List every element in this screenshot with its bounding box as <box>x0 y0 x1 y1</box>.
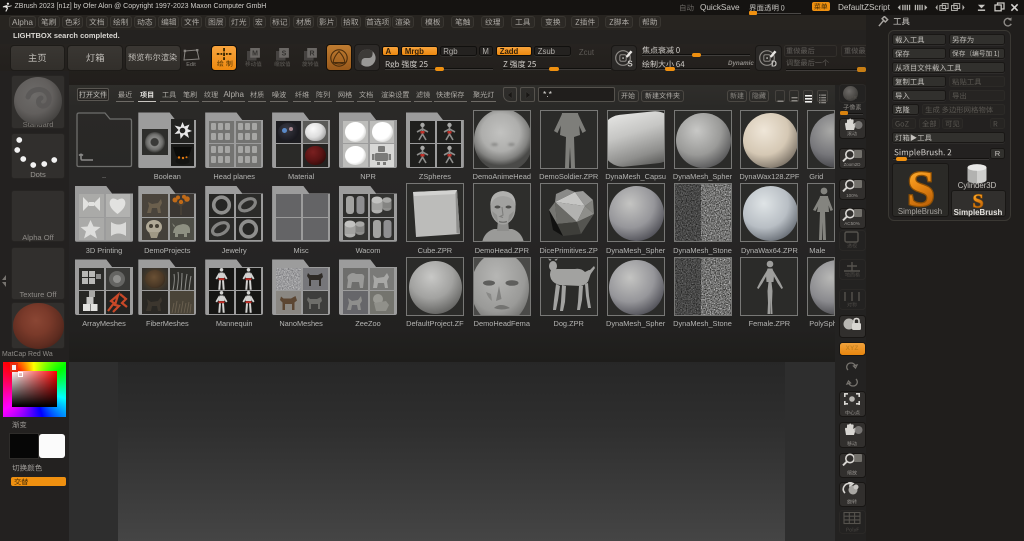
svg-text:S: S <box>627 59 633 68</box>
svg-text:D: D <box>771 59 777 68</box>
svg-text:Edit: Edit <box>186 62 196 68</box>
svg-text:R: R <box>309 50 314 57</box>
svg-text:S: S <box>281 50 286 57</box>
svg-text:M: M <box>252 50 258 57</box>
